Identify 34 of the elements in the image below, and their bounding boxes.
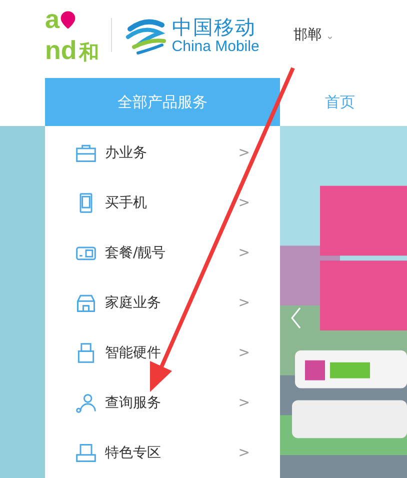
previous-icon[interactable] [290,306,302,330]
chevron-icon: > [238,295,250,311]
pin-icon [60,10,76,30]
menu-label: 套餐/靓号 [105,244,167,262]
person-icon [75,392,97,414]
chevron-icon: > [238,195,250,211]
logo-title: 中国移动 [172,16,257,38]
menu-item[interactable]: 智能硬件 > [45,328,280,378]
logo-letters: nd [45,35,77,66]
menu-item[interactable]: 套餐/靓号 > [45,228,280,278]
menu-item[interactable]: 办业务 > [45,128,280,178]
logo-letter: a [45,4,60,35]
city-selector[interactable]: 邯郸 ⌄ [293,26,334,44]
hat-icon [75,442,97,464]
menu-item[interactable]: 家庭业务 > [45,278,280,328]
menu-label: 家庭业务 [105,294,162,312]
menu-label: 智能硬件 [105,344,162,362]
menu-item[interactable]: 特色专区 > [45,428,280,478]
chevron-icon: > [238,245,250,261]
logo-subtitle: China Mobile [172,38,260,54]
menu-label: 查询服务 [105,394,162,412]
chevron-icon: > [238,345,250,361]
menu-item[interactable]: 买手机 > [45,178,280,228]
menu-label: 买手机 [105,194,148,212]
chevron-icon: > [238,445,250,461]
house-icon [75,292,97,314]
chevron-icon: > [238,145,250,161]
usb-icon [75,342,97,364]
chevron-icon: > [238,395,250,411]
briefcase-icon [75,142,97,164]
menu-label: 办业务 [105,144,148,162]
menu-item[interactable]: 查询服务 > [45,378,280,428]
menu-label: 特色专区 [105,444,162,462]
logo-character: 和 [78,39,99,66]
